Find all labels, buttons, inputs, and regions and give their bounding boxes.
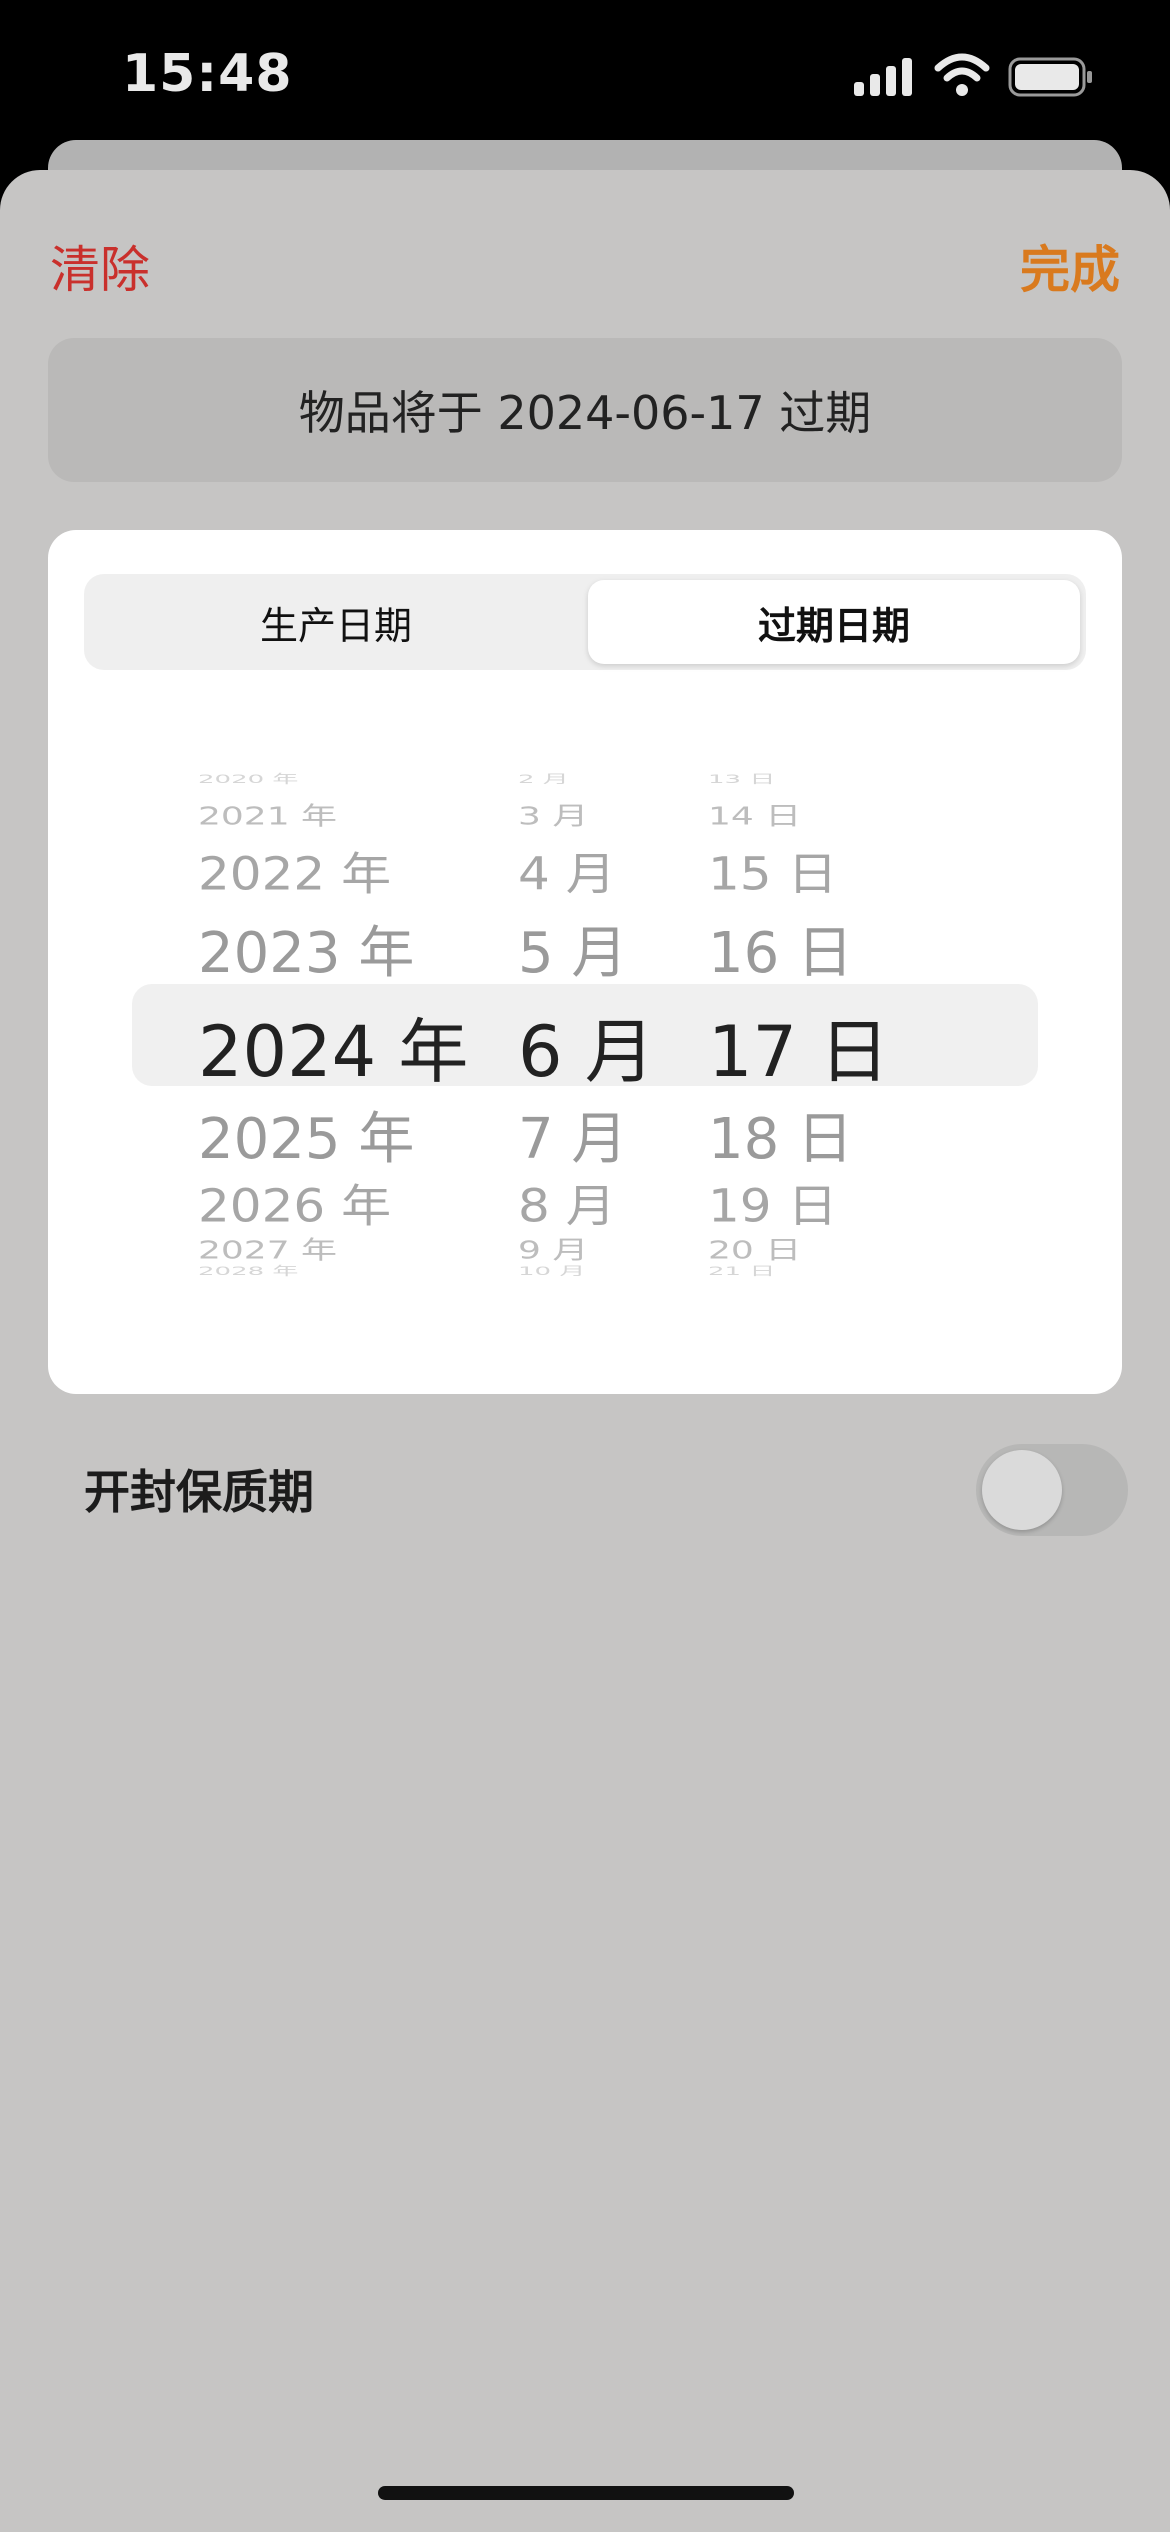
date-type-segmented-control: 生产日期 过期日期 <box>84 574 1086 670</box>
wifi-icon <box>934 53 990 96</box>
year-option[interactable]: 2021 年 <box>198 796 438 832</box>
month-option[interactable]: 2 月 <box>518 770 668 787</box>
day-option[interactable]: 18 日 <box>708 1094 908 1175</box>
month-option[interactable]: 6 月 <box>518 996 668 1097</box>
month-option[interactable]: 8 月 <box>518 1170 668 1235</box>
expiry-summary: 物品将于 2024-06-17 过期 <box>48 338 1122 482</box>
year-option[interactable]: 2028 年 <box>198 1262 438 1279</box>
month-option[interactable]: 4 月 <box>518 838 668 903</box>
year-option[interactable]: 2020 年 <box>198 770 438 787</box>
date-wheel-picker[interactable]: 2020 年 2021 年 2022 年 2023 年 2024 年 2025 年 2026… <box>48 730 1122 1290</box>
sealed-shelf-life-row: 开封保质期 <box>48 1430 1128 1540</box>
day-wheel[interactable]: 13 日 14 日 15 日 16 日 17 日 18 日 19 日 20 日 21 日 <box>708 730 908 1290</box>
day-option[interactable]: 19 日 <box>708 1170 908 1235</box>
status-time: 15:48 <box>122 44 293 104</box>
year-option[interactable]: 2026 年 <box>198 1170 438 1235</box>
done-button[interactable]: 完成 <box>1020 230 1120 302</box>
year-option[interactable]: 2022 年 <box>198 838 438 903</box>
month-option[interactable]: 3 月 <box>518 796 668 832</box>
home-indicator <box>378 2486 794 2500</box>
day-option[interactable]: 16 日 <box>708 908 908 989</box>
day-option[interactable]: 13 日 <box>708 770 908 787</box>
expiry-summary-text: 物品将于 2024-06-17 过期 <box>298 386 872 440</box>
sealed-shelf-life-toggle[interactable] <box>976 1444 1128 1536</box>
year-option[interactable]: 2027 年 <box>198 1230 438 1266</box>
day-option[interactable]: 20 日 <box>708 1230 908 1266</box>
day-option[interactable]: 21 日 <box>708 1262 908 1279</box>
day-option[interactable]: 15 日 <box>708 838 908 903</box>
day-option[interactable]: 14 日 <box>708 796 908 832</box>
year-option[interactable]: 2024 年 <box>198 996 468 1097</box>
date-picker-card: 生产日期 过期日期 2020 年 2021 年 2022 年 2023 年 2024 年… <box>48 530 1122 1394</box>
toggle-knob <box>982 1450 1062 1530</box>
tab-expiry-date[interactable]: 过期日期 <box>588 580 1080 664</box>
signal-icon <box>854 58 912 96</box>
sealed-shelf-life-label: 开封保质期 <box>84 1465 314 1519</box>
month-option[interactable]: 9 月 <box>518 1230 668 1266</box>
month-option[interactable]: 7 月 <box>518 1094 668 1175</box>
month-option[interactable]: 10 月 <box>518 1262 668 1279</box>
year-wheel[interactable]: 2020 年 2021 年 2022 年 2023 年 2024 年 2025 年 2026… <box>198 730 468 1290</box>
month-option[interactable]: 5 月 <box>518 908 668 989</box>
month-wheel[interactable]: 2 月 3 月 4 月5 月6 月7 月8 月9 月 10 月 <box>518 730 668 1290</box>
year-option[interactable]: 2023 年 <box>198 908 438 989</box>
status-bar: 15:48 <box>0 0 1170 150</box>
clear-button[interactable]: 清除 <box>50 230 150 302</box>
battery-icon <box>1008 57 1092 97</box>
screen: 15:48 清除 完成 物品将于 2024-06-17 过期 生产日期 过期日期… <box>0 0 1170 2532</box>
tab-production-date[interactable]: 生产日期 <box>90 580 582 664</box>
day-option[interactable]: 17 日 <box>708 996 908 1097</box>
date-sheet: 清除 完成 物品将于 2024-06-17 过期 生产日期 过期日期 2020 … <box>0 170 1170 2532</box>
year-option[interactable]: 2025 年 <box>198 1094 438 1175</box>
